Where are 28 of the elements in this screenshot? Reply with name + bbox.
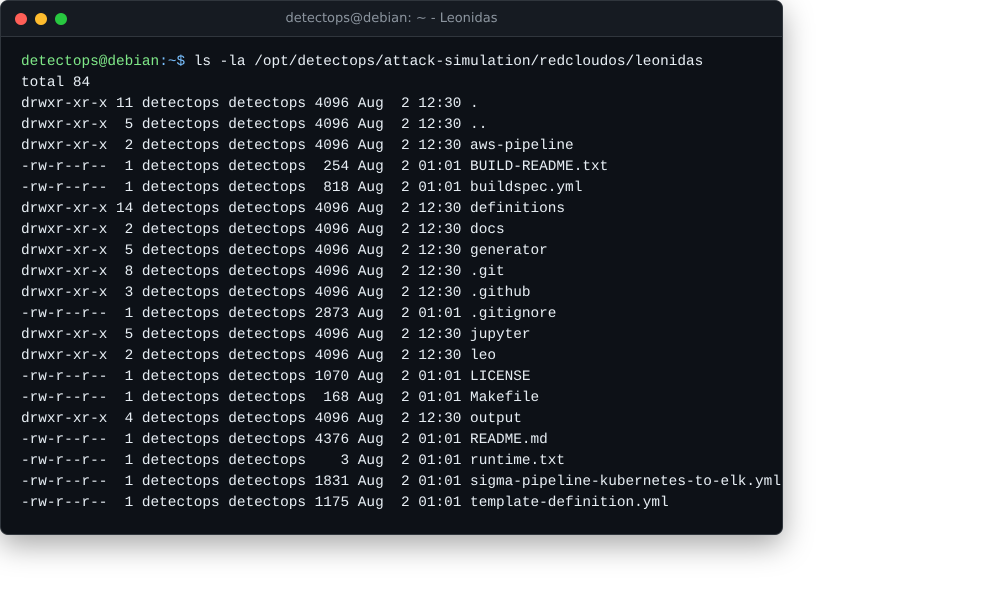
prompt-path: :~$: [159, 53, 186, 72]
window-control-button[interactable]: [55, 13, 67, 25]
output-line: -rw-r--r-- 1 detectops detectops 4376 Aug 2 01:01 README.md: [21, 431, 548, 450]
output-line: -rw-r--r-- 1 detectops detectops 1831 Aug 2 01:01 sigma-pipeline-kubernetes-to-elk.yml: [21, 473, 781, 492]
output-line: drwxr-xr-x 2 detectops detectops 4096 Aug 2 12:30 aws-pipeline: [21, 137, 574, 156]
prompt-user-host: detectops@debian: [21, 53, 160, 72]
output-line: total 84: [21, 74, 90, 93]
output-line: -rw-r--r-- 1 detectops detectops 1175 Aug 2 01:01 template-definition.yml: [21, 494, 669, 513]
output-line: -rw-r--r-- 1 detectops detectops 3 Aug 2 01:01 runtime.txt: [21, 452, 566, 471]
output-line: -rw-r--r-- 1 detectops detectops 818 Aug 2 01:01 buildspec.yml: [21, 179, 582, 198]
output-line: -rw-r--r-- 1 detectops detectops 1070 Aug 2 01:01 LICENSE: [21, 368, 531, 387]
window-control-button[interactable]: [15, 13, 27, 25]
output-line: drwxr-xr-x 5 detectops detectops 4096 Aug 2 12:30 jupyter: [21, 326, 531, 345]
output-line: drwxr-xr-x 11 detectops detectops 4096 Aug 2 12:30 .: [21, 95, 479, 114]
output-line: drwxr-xr-x 2 detectops detectops 4096 Aug 2 12:30 docs: [21, 221, 505, 240]
output-line: drwxr-xr-x 5 detectops detectops 4096 Aug 2 12:30 generator: [21, 242, 548, 261]
output-line: -rw-r--r-- 1 detectops detectops 168 Aug 2 01:01 Makefile: [21, 389, 540, 408]
command-text: ls -la /opt/detectops/attack-simulation/redcloudos/leonidas: [194, 53, 704, 72]
window-control-button[interactable]: [35, 13, 47, 25]
output-line: drwxr-xr-x 5 detectops detectops 4096 Aug 2 12:30 ..: [21, 116, 488, 135]
output-line: -rw-r--r-- 1 detectops detectops 2873 Aug 2 01:01 .gitignore: [21, 305, 556, 324]
output-line: drwxr-xr-x 4 detectops detectops 4096 Aug 2 12:30 output: [21, 410, 522, 429]
output-line: drwxr-xr-x 14 detectops detectops 4096 Aug 2 12:30 definitions: [21, 200, 566, 219]
output-line: -rw-r--r-- 1 detectops detectops 254 Aug 2 01:01 BUILD-README.txt: [21, 158, 608, 177]
window-title: detectops@debian: ~ - Leonidas: [285, 10, 498, 28]
output-line: drwxr-xr-x 2 detectops detectops 4096 Aug 2 12:30 leo: [21, 347, 496, 366]
output-line: drwxr-xr-x 8 detectops detectops 4096 Aug 2 12:30 .git: [21, 263, 505, 282]
output-line: drwxr-xr-x 3 detectops detectops 4096 Aug 2 12:30 .github: [21, 284, 531, 303]
